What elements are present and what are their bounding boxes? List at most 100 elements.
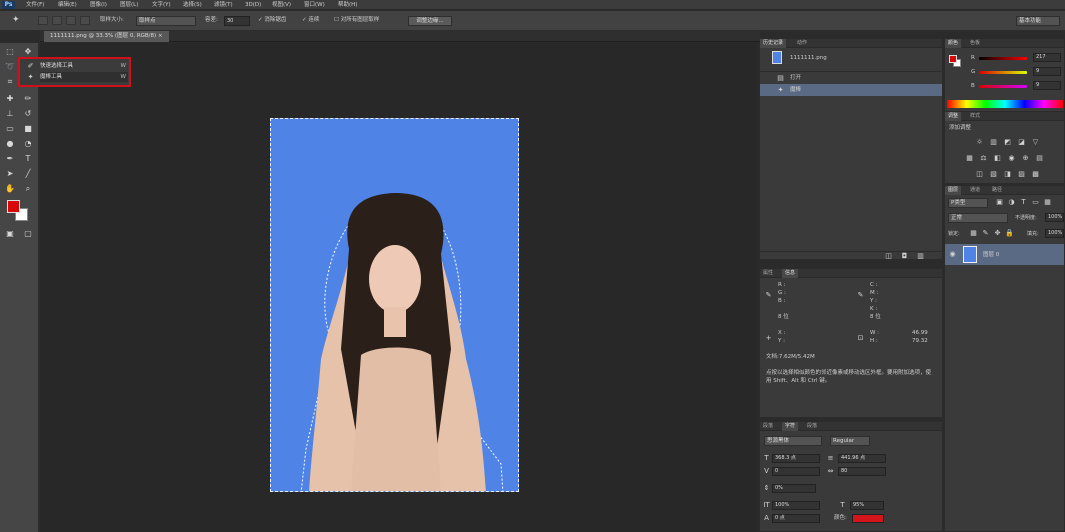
photo-filter-icon[interactable]: ◉ xyxy=(1007,154,1016,163)
document-canvas[interactable] xyxy=(270,118,519,492)
text-color-swatch[interactable] xyxy=(852,514,884,523)
contiguous-checkbox[interactable]: ✓ 连续 xyxy=(302,15,319,26)
layer-row[interactable]: ◉ 图层 0 xyxy=(945,244,1064,265)
healing-tool-icon[interactable]: ✚ xyxy=(3,92,17,105)
tab-adjustments[interactable]: 调整 xyxy=(945,112,962,121)
tab-color[interactable]: 颜色 xyxy=(945,39,962,48)
refine-edge-button[interactable]: 调整边缘... xyxy=(408,16,452,26)
history-entry-open[interactable]: ▤ 打开 xyxy=(760,71,942,83)
fill-input[interactable]: 100% xyxy=(1045,229,1064,238)
channel-mixer-icon[interactable]: ⊕ xyxy=(1021,154,1030,163)
balance-icon[interactable]: ⚖ xyxy=(979,154,988,163)
tab-styles[interactable]: 样式 xyxy=(967,112,983,121)
menu-filter[interactable]: 滤镜(T) xyxy=(214,1,233,9)
intersect-selection-icon[interactable] xyxy=(80,16,90,25)
blend-mode-dropdown[interactable]: 正常 xyxy=(948,213,1008,223)
tab-paths[interactable]: 路径 xyxy=(989,186,1005,195)
tracking-input[interactable]: 80 xyxy=(838,467,886,476)
brush-tool-icon[interactable]: ✏ xyxy=(21,92,35,105)
flyout-item-quick-selection[interactable]: 快速选择工具 W xyxy=(40,61,128,71)
menu-image[interactable]: 图像(I) xyxy=(90,1,107,9)
history-entry-magic-wand[interactable]: ✦ 魔棒 xyxy=(760,84,942,96)
lock-transparent-icon[interactable]: ▦ xyxy=(969,229,978,238)
lasso-tool-icon[interactable]: ➰ xyxy=(3,60,17,73)
color-lookup-icon[interactable]: ▤ xyxy=(1035,154,1044,163)
stamp-tool-icon[interactable]: ⊥ xyxy=(3,107,17,120)
tab-channels[interactable]: 通道 xyxy=(967,186,983,195)
menu-file[interactable]: 文件(F) xyxy=(26,1,44,9)
hand-tool-icon[interactable]: ✋ xyxy=(3,182,17,195)
type-tool-icon[interactable]: T xyxy=(21,152,35,165)
hue-icon[interactable]: ▦ xyxy=(965,154,974,163)
kerning-input[interactable]: 0 xyxy=(772,467,820,476)
selective-color-icon[interactable]: ▩ xyxy=(1031,170,1040,179)
line-tool-icon[interactable]: ╱ xyxy=(21,167,35,180)
r-input[interactable]: 217 xyxy=(1033,53,1061,62)
tsume-input[interactable]: 0% xyxy=(772,484,816,493)
tab-paragraph-2[interactable]: 段落 xyxy=(804,422,820,431)
layer-filter-dropdown[interactable]: P类型 xyxy=(948,198,988,208)
flyout-item-magic-wand[interactable]: 魔棒工具 W xyxy=(40,72,128,82)
filter-type-icon[interactable]: T xyxy=(1019,198,1028,207)
tab-info[interactable]: 信息 xyxy=(782,269,799,278)
eraser-tool-icon[interactable]: ▭ xyxy=(3,122,17,135)
sample-all-checkbox[interactable]: ☐ 对所有图层取样 xyxy=(334,15,379,26)
opacity-input[interactable]: 100% xyxy=(1045,213,1064,222)
pen-tool-icon[interactable]: ✒ xyxy=(3,152,17,165)
menu-type[interactable]: 文字(Y) xyxy=(152,1,171,9)
screen-mode-icon[interactable]: ▢ xyxy=(21,227,35,240)
tab-properties[interactable]: 属性 xyxy=(760,269,776,278)
font-family-dropdown[interactable]: 思源黑体 xyxy=(764,436,822,446)
eye-icon[interactable]: ◉ xyxy=(948,250,957,259)
baseline-input[interactable]: 0 点 xyxy=(772,514,820,523)
brightness-icon[interactable]: ☼ xyxy=(975,138,984,147)
camera-icon[interactable]: ◘ xyxy=(900,252,909,261)
g-slider[interactable] xyxy=(979,71,1027,74)
sample-size-dropdown[interactable]: 取样点 xyxy=(136,16,196,26)
menu-edit[interactable]: 编辑(E) xyxy=(58,1,77,9)
filter-shape-icon[interactable]: ▭ xyxy=(1031,198,1040,207)
anti-alias-checkbox[interactable]: ✓ 消除锯齿 xyxy=(258,15,286,26)
gradient-tool-icon[interactable]: ■ xyxy=(21,122,35,135)
close-tab-icon[interactable]: × xyxy=(158,33,163,39)
add-selection-icon[interactable] xyxy=(52,16,62,25)
horizontal-scale-input[interactable]: 95% xyxy=(850,501,884,510)
foreground-color-front[interactable] xyxy=(7,200,20,213)
vertical-scale-input[interactable]: 100% xyxy=(772,501,820,510)
tab-actions[interactable]: 动作 xyxy=(794,39,810,48)
tolerance-input[interactable]: 30 xyxy=(224,16,250,26)
filter-pixel-icon[interactable]: ▣ xyxy=(995,198,1004,207)
g-input[interactable]: 9 xyxy=(1033,67,1061,76)
vibrance-icon[interactable]: ▽ xyxy=(1031,138,1040,147)
marquee-tool-icon[interactable]: ⬚ xyxy=(3,45,17,58)
path-select-icon[interactable]: ➤ xyxy=(3,167,17,180)
snapshot-name[interactable]: 1111111.png xyxy=(790,54,827,62)
zoom-tool-icon[interactable]: ⌕ xyxy=(21,182,35,195)
filter-smart-icon[interactable]: ▦ xyxy=(1043,198,1052,207)
b-input[interactable]: 9 xyxy=(1033,81,1061,90)
menu-layer[interactable]: 图层(L) xyxy=(120,1,138,9)
workspace-dropdown[interactable]: 基本功能 xyxy=(1016,16,1060,26)
levels-icon[interactable]: ▥ xyxy=(989,138,998,147)
r-slider[interactable] xyxy=(979,57,1027,60)
lock-pixels-icon[interactable]: ✎ xyxy=(981,229,990,238)
fg-color-chip[interactable] xyxy=(949,55,957,63)
menu-3d[interactable]: 3D(D) xyxy=(245,1,261,9)
b-slider[interactable] xyxy=(979,85,1027,88)
menu-view[interactable]: 视图(V) xyxy=(272,1,291,9)
new-selection-icon[interactable] xyxy=(38,16,48,25)
gradient-map-icon[interactable]: ▨ xyxy=(1017,170,1026,179)
tab-swatches[interactable]: 色板 xyxy=(967,39,983,48)
filter-adjust-icon[interactable]: ◑ xyxy=(1007,198,1016,207)
color-spectrum-ramp[interactable] xyxy=(947,100,1063,108)
tab-paragraph[interactable]: 段落 xyxy=(760,422,776,431)
exposure-icon[interactable]: ◪ xyxy=(1017,138,1026,147)
bw-icon[interactable]: ◧ xyxy=(993,154,1002,163)
tab-character[interactable]: 字符 xyxy=(782,422,799,431)
menu-window[interactable]: 窗口(W) xyxy=(304,1,325,9)
blur-tool-icon[interactable]: ● xyxy=(3,137,17,150)
crop-tool-icon[interactable]: ⌗ xyxy=(3,75,17,88)
magic-wand-preset-icon[interactable]: ✦ xyxy=(12,15,20,26)
new-snapshot-icon[interactable]: ◫ xyxy=(884,252,893,261)
tab-layers[interactable]: 图层 xyxy=(945,186,962,195)
